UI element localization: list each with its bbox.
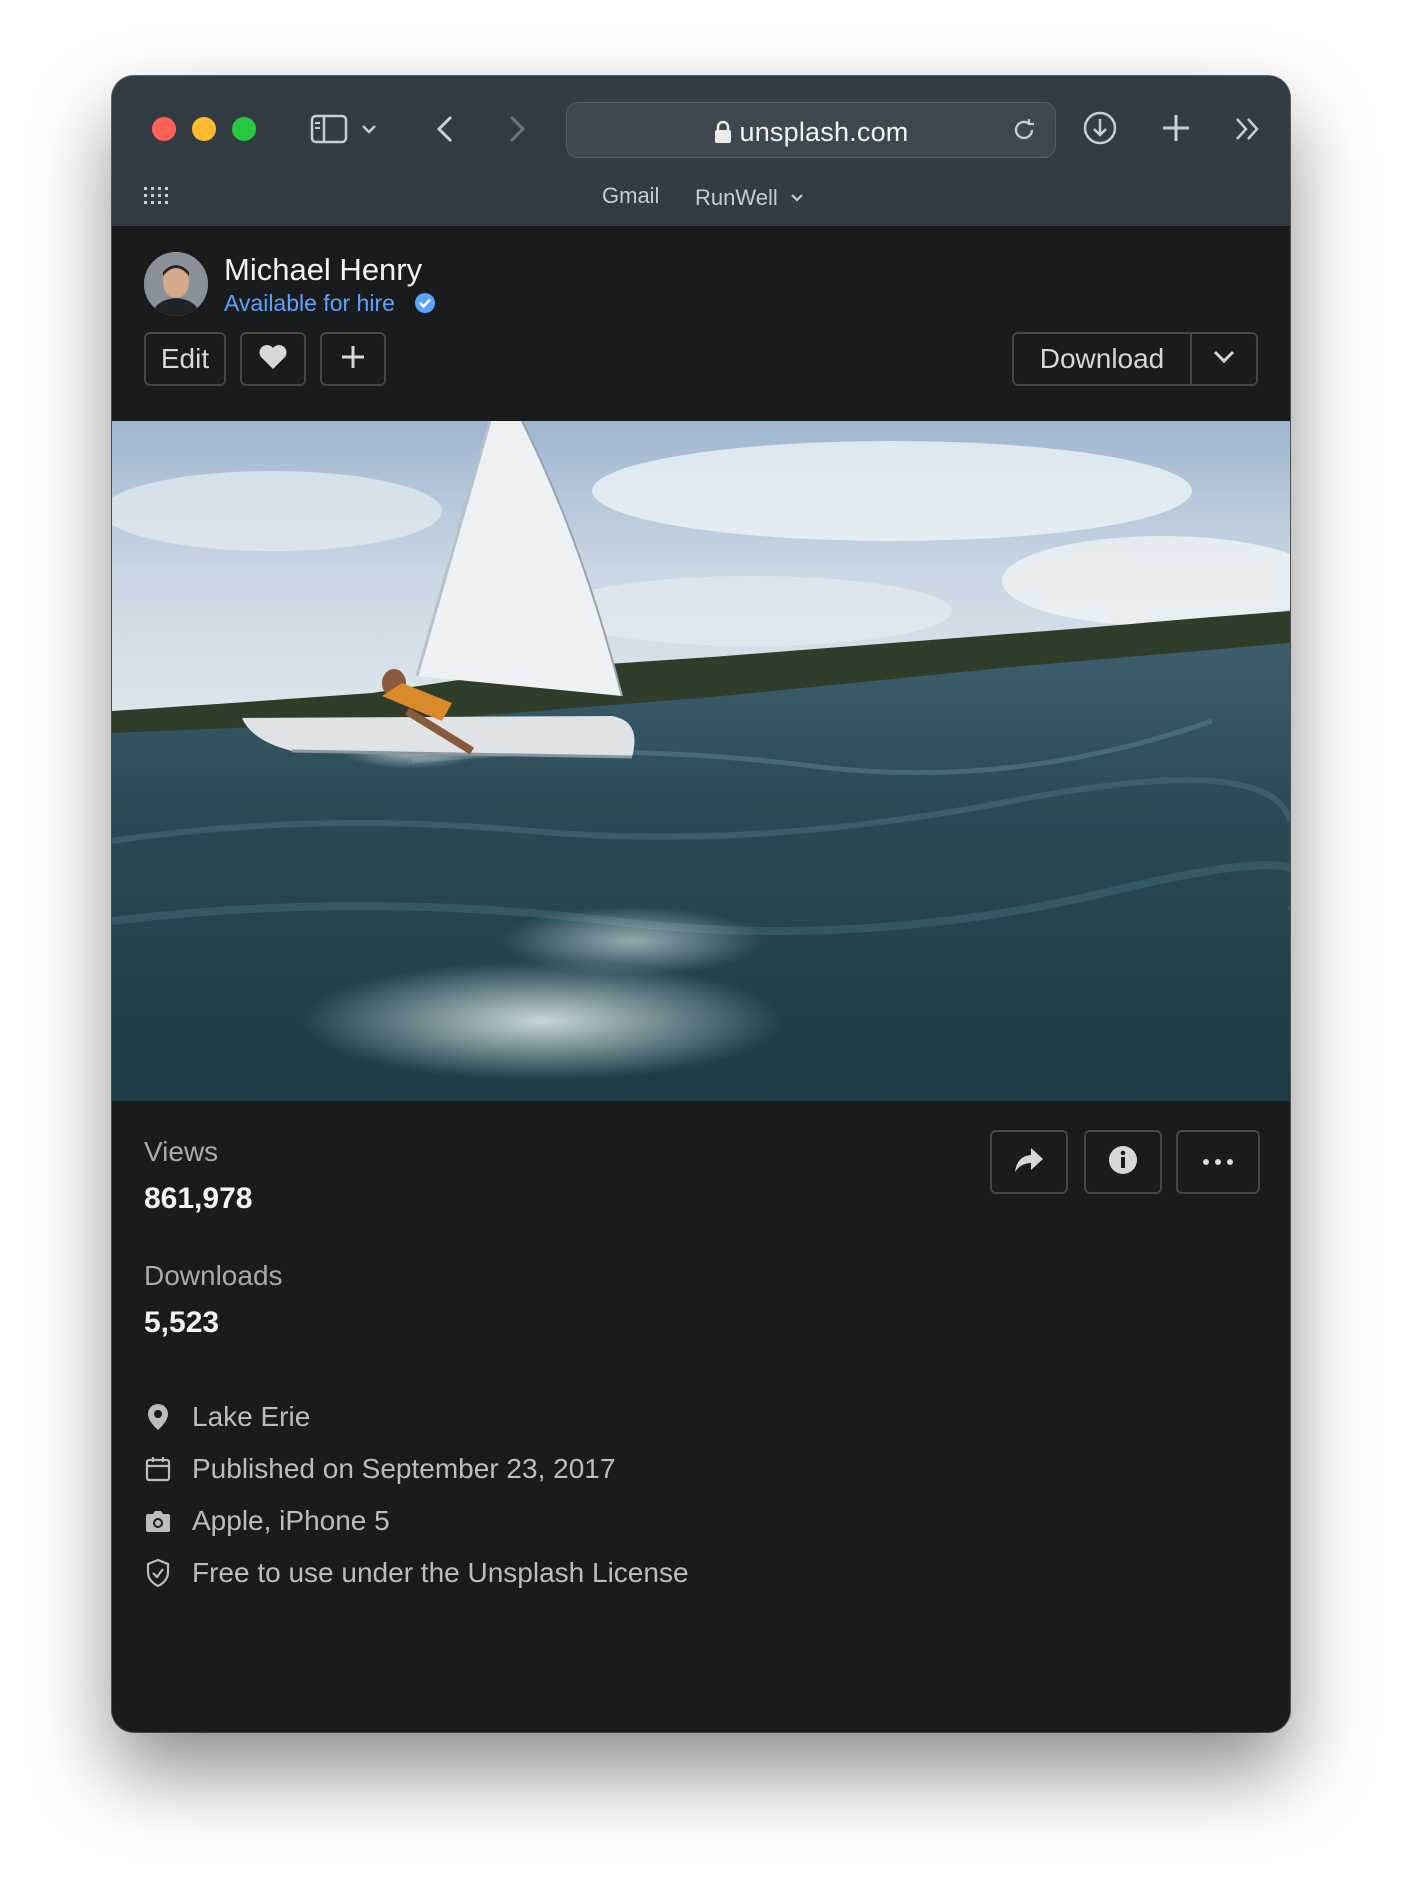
like-button[interactable]	[240, 332, 306, 386]
shield-check-icon	[144, 1559, 172, 1587]
url-label: unsplash.com	[739, 117, 909, 147]
verified-badge-icon	[414, 292, 436, 319]
add-to-collection-button[interactable]	[320, 332, 386, 386]
license-text: Free to use under the Unsplash License	[192, 1557, 689, 1588]
forward-icon[interactable]	[502, 110, 532, 148]
downloads-value: 5,523	[144, 1306, 220, 1339]
download-button-label: Download	[1039, 343, 1165, 374]
plus-icon	[340, 344, 366, 375]
browser-window: unsplash.com Gmail RunWell Michael Henry…	[112, 76, 1290, 1732]
download-options-button[interactable]	[1192, 334, 1256, 384]
info-icon	[1108, 1145, 1138, 1180]
share-icon	[1013, 1146, 1045, 1179]
downloads-icon[interactable]	[1080, 108, 1120, 148]
photo-sailboat[interactable]	[112, 421, 1290, 1101]
bookmark-runwell-label: RunWell	[695, 185, 778, 210]
camera-row[interactable]: Apple, iPhone 5	[144, 1504, 390, 1538]
location-text: Lake Erie	[192, 1401, 311, 1432]
profile-name[interactable]: Michael Henry	[224, 252, 422, 288]
ellipsis-icon	[1202, 1153, 1234, 1171]
chevron-down-icon[interactable]	[358, 118, 380, 140]
heart-icon	[258, 344, 288, 375]
chevron-down-icon	[1213, 350, 1235, 369]
share-button[interactable]	[990, 1130, 1068, 1194]
sidebar-toggle-icon[interactable]	[308, 110, 350, 148]
address-bar[interactable]: unsplash.com	[566, 102, 1056, 158]
camera-text: Apple, iPhone 5	[192, 1505, 390, 1536]
chevron-down-icon	[790, 183, 804, 209]
lock-icon	[714, 120, 732, 151]
calendar-icon	[144, 1455, 172, 1483]
camera-icon	[144, 1507, 172, 1535]
download-button-group: Download	[1012, 332, 1258, 386]
url-text: unsplash.com	[567, 117, 1055, 151]
bookmark-gmail[interactable]: Gmail	[602, 183, 659, 209]
published-row: Published on September 23, 2017	[144, 1452, 615, 1486]
downloads-label: Downloads	[144, 1260, 283, 1291]
favorites-grid-icon[interactable]	[142, 184, 170, 208]
map-pin-icon	[144, 1403, 172, 1431]
back-icon[interactable]	[430, 110, 460, 148]
browser-toolbar: unsplash.com Gmail RunWell	[112, 76, 1290, 227]
reload-icon[interactable]	[1009, 115, 1039, 145]
download-button[interactable]: Download	[1014, 334, 1192, 384]
more-options-button[interactable]	[1176, 1130, 1260, 1194]
published-text: Published on September 23, 2017	[192, 1453, 616, 1484]
new-tab-icon[interactable]	[1156, 108, 1196, 148]
close-window-button[interactable]	[152, 117, 176, 141]
overflow-chevrons-icon[interactable]	[1230, 110, 1266, 148]
minimize-window-button[interactable]	[192, 117, 216, 141]
license-row[interactable]: Free to use under the Unsplash License	[144, 1556, 689, 1590]
edit-button-label: Edit	[160, 343, 210, 374]
avatar[interactable]	[144, 252, 208, 316]
hire-status[interactable]: Available for hire	[224, 290, 395, 317]
zoom-window-button[interactable]	[232, 117, 256, 141]
bookmark-runwell[interactable]: RunWell	[695, 183, 804, 211]
edit-button[interactable]: Edit	[144, 332, 226, 386]
views-label: Views	[144, 1136, 219, 1167]
info-button[interactable]	[1084, 1130, 1162, 1194]
location-row[interactable]: Lake Erie	[144, 1400, 310, 1434]
views-value: 861,978	[144, 1182, 253, 1215]
